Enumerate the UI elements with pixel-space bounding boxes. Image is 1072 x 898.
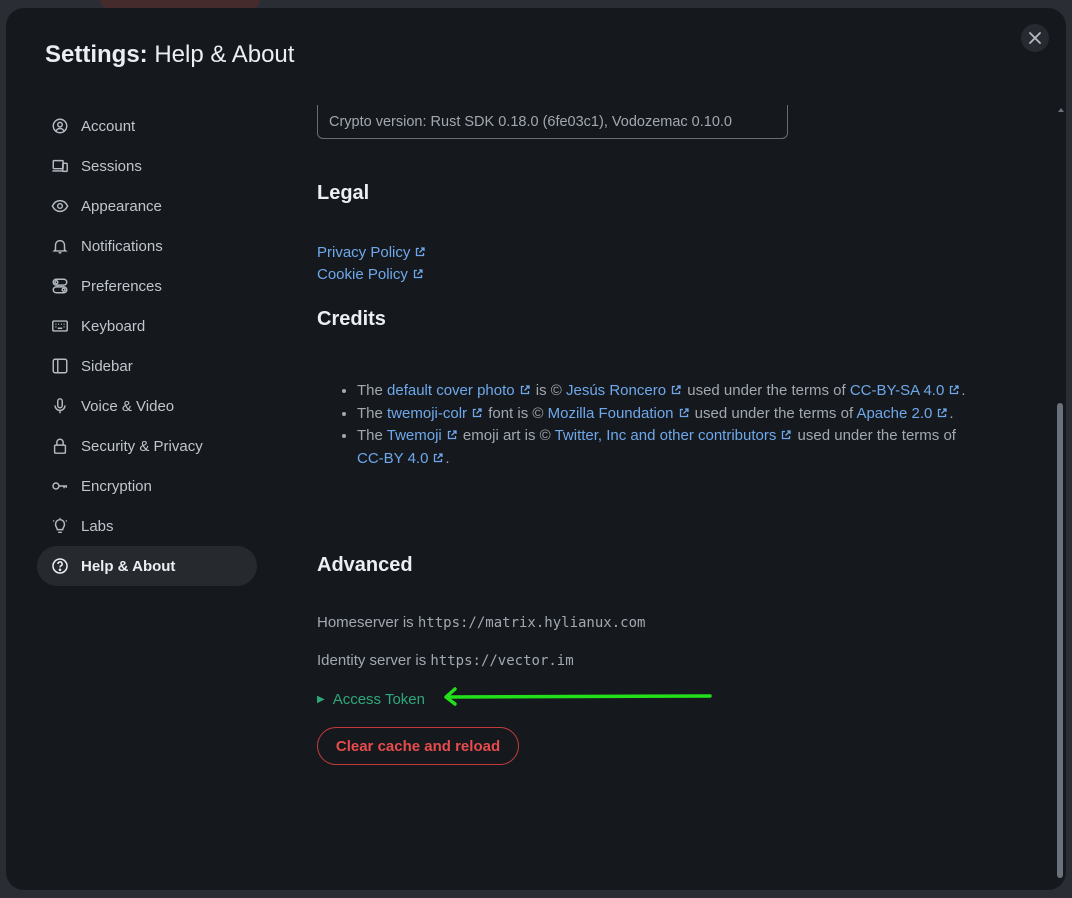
sidebar-item-label: Voice & Video <box>81 397 175 415</box>
credits-list: The default cover photo is © Jesús Ronce… <box>339 380 969 470</box>
close-icon <box>1029 32 1041 44</box>
legal-heading: Legal <box>317 182 370 204</box>
eye-icon <box>50 196 70 216</box>
sidebar-item-label: Notifications <box>81 237 163 255</box>
sidebar-item-encryption[interactable]: Encryption <box>37 466 257 506</box>
list-item: The twemoji-colr font is © Mozilla Found… <box>357 403 969 426</box>
link-label: Cookie Policy <box>317 266 408 283</box>
settings-content: Crypto version: Rust SDK 0.18.0 (6fe03c1… <box>317 105 1037 890</box>
legal-links: Privacy Policy Cookie Policy <box>317 242 427 286</box>
sidebar-item-voice-video[interactable]: Voice & Video <box>37 386 257 426</box>
key-icon <box>50 476 70 496</box>
lock-icon <box>50 436 70 456</box>
twemoji-colr-link[interactable]: twemoji-colr <box>387 405 484 422</box>
sidebar-item-account[interactable]: Account <box>37 106 257 146</box>
license-link[interactable]: CC-BY 4.0 <box>357 450 445 467</box>
settings-dialog: Settings: Help & About Account Sessions … <box>6 8 1066 890</box>
sidebar-item-preferences[interactable]: Preferences <box>37 266 257 306</box>
identity-server-info: Identity server is https://vector.im <box>317 652 574 669</box>
author-link[interactable]: Twitter, Inc and other contributors <box>555 427 794 444</box>
dialog-title: Settings: Help & About <box>45 41 294 69</box>
microphone-icon <box>50 396 70 416</box>
list-item: The Twemoji emoji art is © Twitter, Inc … <box>357 425 969 470</box>
access-token-label: Access Token <box>332 691 425 708</box>
help-icon <box>50 556 70 576</box>
sidebar-item-sessions[interactable]: Sessions <box>37 146 257 186</box>
homeserver-url: https://matrix.hylianux.com <box>417 615 646 631</box>
external-link-icon <box>938 407 948 417</box>
privacy-policy-link[interactable]: Privacy Policy <box>317 244 427 261</box>
external-link-icon <box>671 385 681 395</box>
homeserver-label: Homeserver is <box>317 614 418 631</box>
external-link-icon <box>679 407 689 417</box>
bell-icon <box>50 236 70 256</box>
background-app-glimpse <box>100 0 260 8</box>
account-icon <box>50 116 70 136</box>
clear-cache-button[interactable]: Clear cache and reload <box>317 727 519 765</box>
author-link[interactable]: Mozilla Foundation <box>548 405 691 422</box>
sidebar-item-label: Sidebar <box>81 357 133 375</box>
link-label: Privacy Policy <box>317 244 411 261</box>
external-link-icon <box>472 407 482 417</box>
sidebar-item-security-privacy[interactable]: Security & Privacy <box>37 426 257 466</box>
settings-sidebar: Account Sessions Appearance Notification… <box>37 106 257 586</box>
sidebar-item-appearance[interactable]: Appearance <box>37 186 257 226</box>
sidebar-item-keyboard[interactable]: Keyboard <box>37 306 257 346</box>
sidebar-item-label: Labs <box>81 517 114 535</box>
advanced-heading: Advanced <box>317 554 413 576</box>
sidebar-item-label: Security & Privacy <box>81 437 203 455</box>
sidebar-item-label: Help & About <box>81 557 176 575</box>
sidebar-icon <box>50 356 70 376</box>
annotation-arrow-icon <box>444 687 712 706</box>
sidebar-item-label: Encryption <box>81 477 152 495</box>
list-item: The default cover photo is © Jesús Ronce… <box>357 380 969 403</box>
sidebar-item-label: Sessions <box>81 157 142 175</box>
access-token-toggle[interactable]: ▶ Access Token <box>317 691 425 708</box>
lightbulb-icon <box>50 516 70 536</box>
identity-server-url: https://vector.im <box>430 653 574 669</box>
external-link-icon <box>434 452 444 462</box>
disclosure-triangle-icon: ▶ <box>317 694 325 705</box>
license-link[interactable]: Apache 2.0 <box>856 405 949 422</box>
license-link[interactable]: CC-BY-SA 4.0 <box>850 382 962 399</box>
scroll-up-arrow-icon[interactable] <box>1058 108 1064 112</box>
sidebar-item-sidebar[interactable]: Sidebar <box>37 346 257 386</box>
sidebar-item-label: Appearance <box>81 197 162 215</box>
author-link[interactable]: Jesús Roncero <box>566 382 683 399</box>
toggle-icon <box>50 276 70 296</box>
sidebar-item-label: Preferences <box>81 277 162 295</box>
scrollbar-thumb[interactable] <box>1057 403 1063 878</box>
keyboard-icon <box>50 316 70 336</box>
close-button[interactable] <box>1021 24 1049 52</box>
external-link-icon <box>413 269 423 279</box>
sidebar-item-help-about[interactable]: Help & About <box>37 546 257 586</box>
homeserver-info: Homeserver is https://matrix.hylianux.co… <box>317 614 645 631</box>
sidebar-item-notifications[interactable]: Notifications <box>37 226 257 266</box>
dialog-title-prefix: Settings: <box>45 41 148 68</box>
cover-photo-link[interactable]: default cover photo <box>387 382 532 399</box>
external-link-icon <box>520 385 530 395</box>
sidebar-item-label: Account <box>81 117 136 135</box>
crypto-version-box: Crypto version: Rust SDK 0.18.0 (6fe03c1… <box>317 105 788 139</box>
credits-heading: Credits <box>317 308 386 330</box>
external-link-icon <box>447 430 457 440</box>
cookie-policy-link[interactable]: Cookie Policy <box>317 266 425 283</box>
sessions-icon <box>50 156 70 176</box>
sidebar-item-label: Keyboard <box>81 317 146 335</box>
sidebar-item-labs[interactable]: Labs <box>37 506 257 546</box>
external-link-icon <box>416 247 426 257</box>
external-link-icon <box>950 385 959 395</box>
identity-server-label: Identity server is <box>317 652 431 669</box>
twemoji-link[interactable]: Twemoji <box>387 427 459 444</box>
external-link-icon <box>782 430 792 440</box>
dialog-title-section: Help & About <box>154 41 295 68</box>
